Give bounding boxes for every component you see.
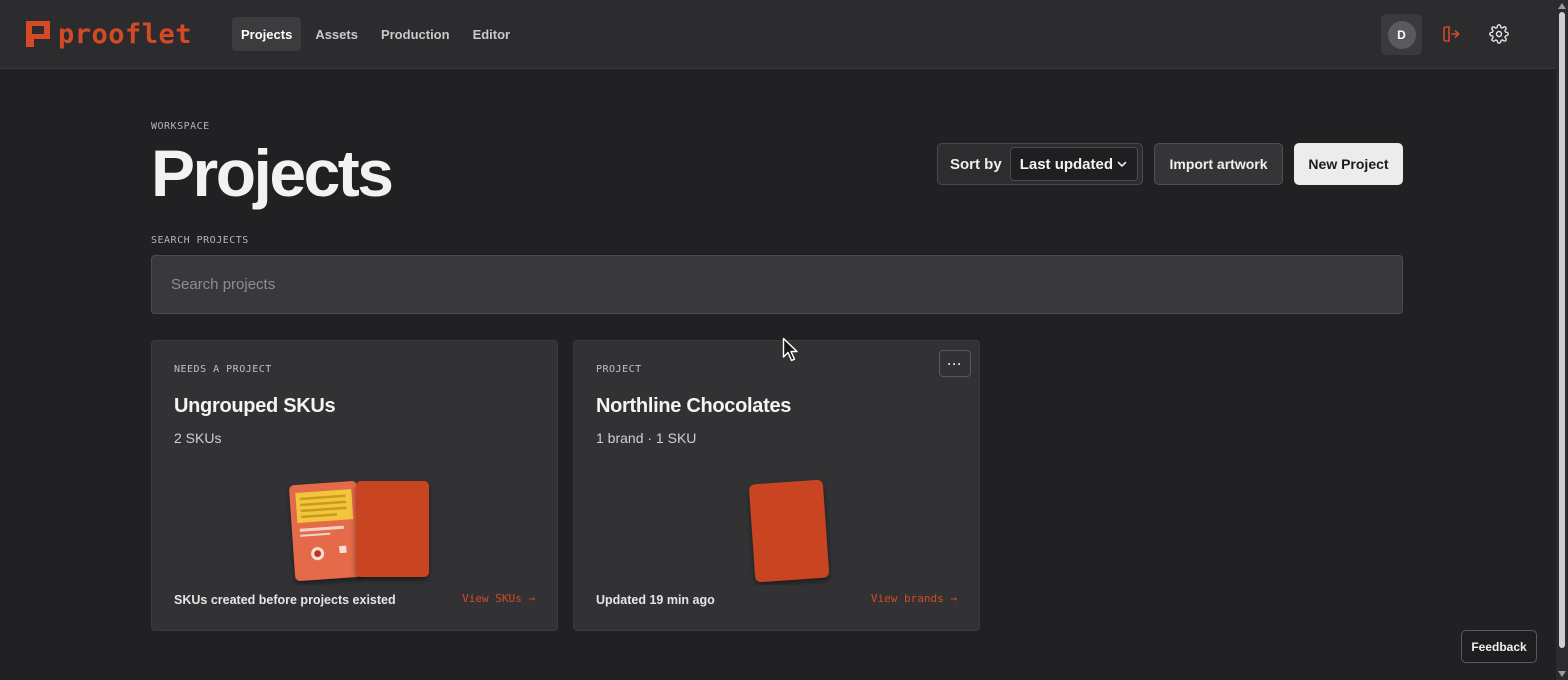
project-card-northline[interactable]: PROJECT ··· Northline Chocolates 1 brand… [573,340,980,631]
logo-wordmark: prooflet [58,18,193,50]
scroll-up-arrow-icon[interactable] [1558,3,1566,9]
card-eyebrow: NEEDS A PROJECT [174,364,272,375]
app-logo[interactable]: prooflet [26,18,193,50]
logout-button[interactable] [1439,22,1463,46]
brand-packaging-preview [749,479,829,583]
card-eyebrow: PROJECT [596,364,642,375]
logout-icon [1443,26,1460,42]
sort-label: Sort by [950,155,1002,173]
logo-mark-icon [26,21,50,47]
main-nav: Projects Assets Production Editor [232,17,524,51]
sort-value: Last updated [1019,155,1114,173]
chevron-down-icon [1117,161,1126,167]
more-icon: ··· [947,356,963,371]
sku-packaging-preview [289,481,429,581]
view-brands-link[interactable]: View brands → [871,592,957,605]
card-more-menu-button[interactable]: ··· [939,350,971,377]
scroll-thumb[interactable] [1559,12,1565,648]
settings-button[interactable] [1487,22,1511,46]
scroll-down-arrow-icon[interactable] [1558,671,1566,677]
nav-production[interactable]: Production [372,17,459,51]
card-subtitle: 1 brand · 1 SKU [596,430,697,446]
card-title: Northline Chocolates [596,395,792,417]
mouse-cursor-icon [782,337,798,362]
nav-assets[interactable]: Assets [306,17,367,51]
card-title: Ungrouped SKUs [174,395,336,417]
project-card-ungrouped[interactable]: NEEDS A PROJECT Ungrouped SKUs 2 SKUs SK… [151,340,558,631]
page-scrollbar[interactable] [1556,0,1568,680]
nav-editor[interactable]: Editor [464,17,520,51]
gear-icon [1489,24,1509,44]
view-skus-link[interactable]: View SKUs → [462,592,535,605]
import-artwork-button[interactable]: Import artwork [1154,143,1283,185]
workspace-eyebrow: WORKSPACE [151,121,210,132]
search-input[interactable] [151,255,1403,314]
top-navigation-bar: prooflet Projects Assets Production Edit… [0,0,1556,69]
new-project-button[interactable]: New Project [1294,143,1403,185]
feedback-button[interactable]: Feedback [1461,630,1537,663]
nav-projects[interactable]: Projects [232,17,302,51]
page-title: Projects [151,136,394,210]
sort-select[interactable]: Last updated [1009,147,1138,181]
sort-control: Sort by Last updated [937,143,1143,185]
avatar: D [1387,20,1416,49]
card-footer-text: SKUs created before projects existed [174,593,396,607]
card-footer-text: Updated 19 min ago [596,593,715,607]
user-menu-button[interactable]: D [1381,14,1422,55]
card-subtitle: 2 SKUs [174,430,222,446]
search-label: SEARCH PROJECTS [151,235,249,246]
